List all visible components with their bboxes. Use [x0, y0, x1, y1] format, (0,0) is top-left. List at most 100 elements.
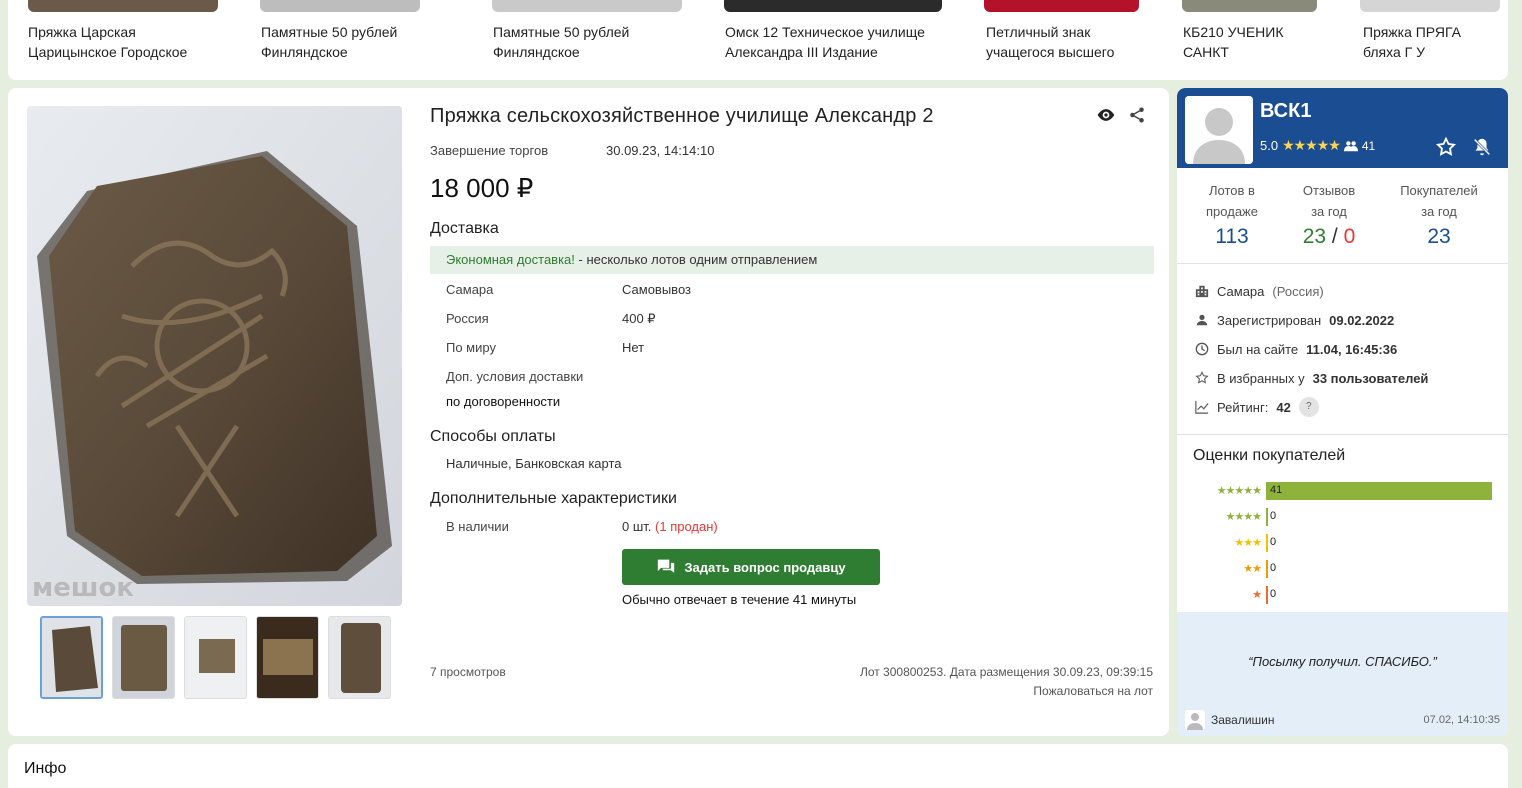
- thumbnail[interactable]: [40, 616, 103, 699]
- seller-rating-row: 5.0 ★★★★★ 41: [1260, 137, 1375, 154]
- delivery-value: 400 ₽: [622, 311, 656, 326]
- auction-end-label: Завершение торгов: [430, 143, 549, 158]
- seller-last-seen: Был на сайте 11.04, 16:45:36: [1195, 340, 1397, 358]
- seller-rating: 5.0: [1260, 138, 1279, 153]
- chart-line-icon: [1195, 400, 1209, 414]
- seller-card: ВСК1 5.0 ★★★★★ 41 Лотов в продаже 113 Отз…: [1177, 88, 1508, 736]
- related-lot-title[interactable]: Пряжка ПРЯГА бляха Г У: [1363, 22, 1503, 62]
- rating-stars-icon: ★★: [1243, 563, 1262, 575]
- user-avatar-icon: [1185, 710, 1205, 730]
- clock-icon: [1195, 342, 1209, 356]
- related-lot-title[interactable]: Пряжка Царская Царицынское Городское: [28, 22, 228, 62]
- rating-row[interactable]: ★★ 0: [1177, 560, 1508, 578]
- seller-header: ВСК1 5.0 ★★★★★ 41: [1177, 88, 1508, 168]
- rating-row[interactable]: ★★★ 0: [1177, 534, 1508, 552]
- economy-delivery-label[interactable]: Экономная доставка!: [446, 252, 575, 267]
- share-icon[interactable]: [1128, 105, 1150, 127]
- help-icon[interactable]: ?: [1298, 397, 1319, 417]
- rating-stars-icon: ★★★★: [1225, 511, 1262, 523]
- lot-price: 18 000 ₽: [430, 173, 534, 203]
- extra-heading: Дополнительные характеристики: [430, 490, 677, 507]
- rating-count: 0: [1270, 562, 1277, 574]
- notifications-off-icon[interactable]: [1471, 136, 1493, 158]
- buyer-ratings-heading: Оценки покупателей: [1193, 447, 1346, 464]
- rating-bar-fill: [1266, 534, 1268, 552]
- seller-avatar[interactable]: [1185, 96, 1253, 164]
- related-lot-image[interactable]: [492, 0, 682, 12]
- delivery-value: Нет: [622, 340, 645, 355]
- stat-lots[interactable]: Лотов в продаже 113: [1189, 180, 1275, 252]
- related-lot-image[interactable]: [724, 0, 942, 12]
- thumbnail[interactable]: [328, 616, 391, 699]
- seller-location: Самара (Россия): [1195, 282, 1324, 300]
- seller-favorites: В избранных у 33 пользователей: [1195, 369, 1428, 387]
- info-heading: Инфо: [24, 760, 67, 777]
- rating-bar: 0: [1266, 508, 1492, 526]
- delivery-place: По миру: [446, 340, 496, 355]
- complain-link[interactable]: Пожаловаться на лот: [1033, 684, 1153, 698]
- economy-delivery-text: - несколько лотов одним отправлением: [574, 252, 818, 267]
- users-icon: [1343, 140, 1358, 151]
- lot-card: мешок Пряжка сельскохозяйственное училищ…: [8, 88, 1169, 736]
- building-icon: [1195, 285, 1209, 298]
- rating-count: 0: [1270, 536, 1277, 548]
- ask-seller-button[interactable]: Задать вопрос продавцу: [622, 549, 880, 585]
- rating-bar-fill: [1266, 560, 1268, 578]
- eye-icon[interactable]: [1096, 105, 1118, 127]
- related-lots-carousel: Пряжка Царская Царицынское Городское Памя…: [8, 0, 1508, 80]
- related-lot-image[interactable]: [984, 0, 1139, 12]
- rating-count: 0: [1270, 588, 1277, 600]
- rating-bar-fill: [1266, 508, 1268, 526]
- related-lot-image[interactable]: [1360, 0, 1500, 12]
- economy-delivery-banner: Экономная доставка! - несколько лотов од…: [430, 246, 1154, 274]
- rating-stars-icon: ★★★: [1234, 537, 1262, 549]
- stock-value-group: 0 шт. (1 продан): [622, 519, 718, 534]
- related-lot-image[interactable]: [28, 0, 218, 12]
- rating-row[interactable]: ★ 0: [1177, 586, 1508, 604]
- related-lot-title[interactable]: Памятные 50 рублей Финляндское: [493, 22, 693, 62]
- lot-info: Лот 300800253. Дата размещения 30.09.23,…: [859, 665, 1153, 679]
- review-date: 07.02, 14:10:35: [1423, 714, 1500, 726]
- seller-registered: Зарегистрирован 09.02.2022: [1195, 311, 1394, 329]
- views-count: 7 просмотров: [430, 665, 506, 679]
- rating-row[interactable]: ★★★★ 0: [1177, 508, 1508, 526]
- rating-bar: 41: [1266, 482, 1492, 500]
- payment-heading: Способы оплаты: [430, 428, 556, 445]
- payment-value: Наличные, Банковская карта: [446, 456, 622, 471]
- thumbnail[interactable]: [184, 616, 247, 699]
- review-text: “Посылку получил. СПАСИБО.”: [1248, 654, 1437, 669]
- chat-icon: [658, 559, 675, 573]
- review-author[interactable]: Завалишин: [1211, 713, 1275, 727]
- seller-rating-points: Рейтинг: 42 ?: [1195, 397, 1319, 417]
- buckle-photo-illustration: мешок: [27, 106, 402, 606]
- related-lot-title[interactable]: КБ210 УЧЕНИК САНКТ: [1183, 22, 1343, 62]
- stat-reviews[interactable]: Отзывов за год 23 / 0: [1286, 180, 1372, 252]
- rating-row[interactable]: ★★★★★ 41: [1177, 482, 1508, 500]
- rating-stars-icon: ★★★★★: [1282, 137, 1341, 153]
- person-icon: [1196, 314, 1208, 326]
- related-lot-title[interactable]: Омск 12 Техническое училище Александра II…: [725, 22, 965, 62]
- star-outline-icon: [1195, 371, 1209, 384]
- delivery-place: Самара: [446, 282, 494, 297]
- review-card: “Посылку получил. СПАСИБО.” Завалишин 07…: [1177, 612, 1508, 736]
- divider: [1177, 263, 1508, 264]
- related-lot-image[interactable]: [1182, 0, 1317, 12]
- thumbnail[interactable]: [256, 616, 319, 699]
- seller-name[interactable]: ВСК1: [1260, 100, 1311, 123]
- favorite-star-icon[interactable]: [1435, 136, 1457, 158]
- related-lot-image[interactable]: [260, 0, 420, 12]
- seller-reviews-count[interactable]: 41: [1362, 139, 1375, 153]
- stat-buyers[interactable]: Покупателей за год 23: [1387, 180, 1491, 252]
- review-author-row: Завалишин: [1185, 710, 1275, 730]
- rating-bar: 0: [1266, 560, 1492, 578]
- watermark-logo: мешок: [32, 573, 134, 603]
- rating-bar: 0: [1266, 534, 1492, 552]
- rating-bar-fill: [1266, 586, 1268, 604]
- related-lot-title[interactable]: Петличный знак учащегося высшего: [986, 22, 1156, 62]
- stock-value: 0 шт.: [622, 519, 652, 534]
- auction-end-value: 30.09.23, 14:14:10: [606, 143, 715, 158]
- lot-main-photo[interactable]: мешок: [27, 106, 402, 606]
- thumbnail[interactable]: [112, 616, 175, 699]
- stock-sold-link[interactable]: (1 продан): [655, 519, 718, 534]
- related-lot-title[interactable]: Памятные 50 рублей Финляндское: [261, 22, 461, 62]
